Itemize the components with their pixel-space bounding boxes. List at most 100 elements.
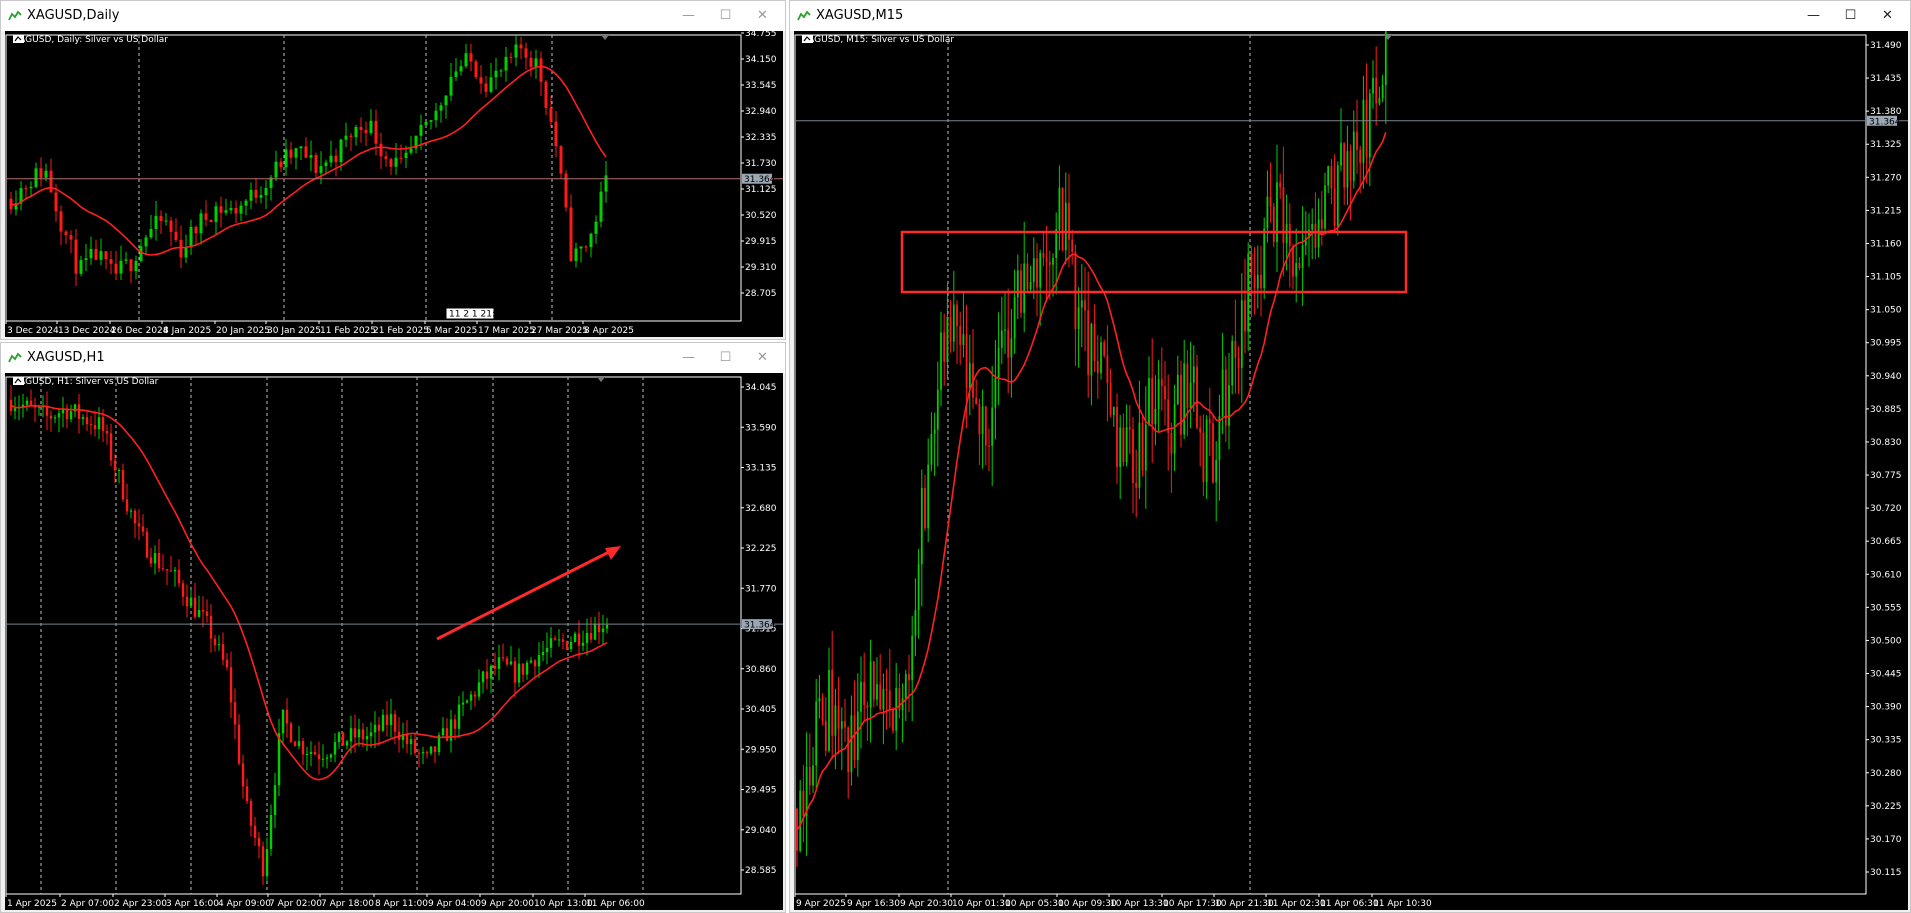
candle-body: [997, 347, 1000, 379]
candle-body: [1039, 253, 1042, 288]
h1-chart-canvas[interactable]: 34.045 33.590 33.135 32.680 32.225 31.770 31.3…: [5, 373, 783, 910]
candle-body: [1074, 251, 1077, 330]
candle-body: [319, 166, 323, 173]
candle-body: [121, 470, 125, 500]
chart-symbol-text: XAGUSD, H1: Silver vs US Dollar: [13, 377, 159, 387]
price-axis-label: 30.170: [1870, 835, 1902, 845]
candle-body: [469, 53, 473, 62]
candle-body: [821, 698, 824, 721]
candle-body: [225, 659, 229, 668]
current-price-text: 31.364: [744, 175, 776, 185]
candle-body: [1378, 98, 1381, 104]
candle-body: [1327, 166, 1330, 186]
chart-shift-marker: [601, 35, 609, 40]
candle-body: [434, 110, 438, 121]
maximize-button[interactable]: ☐: [707, 5, 744, 27]
candle-body: [59, 211, 63, 232]
time-axis-label: 27 Mar 2025: [531, 326, 588, 336]
close-button[interactable]: ✕: [744, 5, 781, 27]
candle-body: [860, 681, 862, 712]
candle-body: [393, 714, 397, 732]
candle-body: [344, 135, 348, 140]
candle-body: [1212, 423, 1214, 483]
time-axis-label: 11 Feb 2025: [320, 326, 376, 336]
candle-body: [1055, 229, 1058, 259]
m15-chart-canvas[interactable]: 31.490 31.435 31.380 31.325 31.270 31.215 31.1…: [794, 31, 1908, 910]
minimize-button[interactable]: —: [1795, 5, 1832, 27]
close-button[interactable]: ✕: [744, 347, 781, 369]
current-price-text: 31.364: [1869, 117, 1901, 127]
candle-body: [605, 625, 609, 629]
m15-title-bar[interactable]: XAGUSD,M15 — ☐ ✕: [790, 1, 1910, 31]
daily-chart-canvas[interactable]: 34.755 34.150 33.545 32.940 32.335 31.730 31.1…: [5, 31, 783, 337]
candle-body: [479, 77, 483, 84]
price-axis-label: 33.545: [745, 81, 777, 91]
price-axis-label: 30.445: [1870, 670, 1902, 680]
minimize-button[interactable]: —: [670, 5, 707, 27]
candle-body: [1285, 224, 1288, 243]
candle-body: [249, 189, 253, 201]
h1-chart-window[interactable]: XAGUSD,H1 — ☐ ✕ 34.045 33.590 33.135 32.680…: [0, 342, 786, 913]
daily-chart-area[interactable]: 34.755 34.150 33.545 32.940 32.335 31.730 31.1…: [5, 31, 783, 337]
candle-body: [914, 610, 917, 636]
chart-app-icon: [8, 352, 22, 363]
candle-body: [457, 704, 461, 729]
candle-body: [1349, 151, 1352, 181]
candle-body: [469, 694, 473, 701]
candle-body: [477, 682, 481, 697]
candle-body: [141, 526, 145, 532]
candle-body: [321, 758, 325, 760]
candle-body: [569, 207, 573, 261]
maximize-button[interactable]: ☐: [707, 347, 744, 369]
candle-body: [374, 120, 378, 144]
candle-body: [981, 406, 984, 435]
candle-body: [1180, 374, 1182, 435]
candle-body: [159, 215, 163, 222]
daily-title-bar[interactable]: XAGUSD,Daily — ☐ ✕: [1, 1, 785, 31]
m15-chart-area[interactable]: 31.490 31.435 31.380 31.325 31.270 31.215 31.1…: [794, 31, 1908, 910]
candle-body: [956, 304, 958, 327]
candle-body: [1173, 404, 1176, 454]
moving-average-line: [796, 131, 1387, 831]
candle-body: [1106, 355, 1109, 383]
time-axis-label: 3 Dec 2024: [7, 326, 59, 336]
candle-body: [424, 121, 428, 125]
candle-body: [139, 246, 143, 261]
candle-body: [574, 248, 578, 261]
current-price-text: 31.364: [744, 621, 776, 631]
candle-body: [257, 837, 261, 847]
candle-body: [459, 66, 463, 72]
time-axis-label: 10 Apr 21:30: [1215, 899, 1274, 909]
maximize-button[interactable]: ☐: [1832, 5, 1869, 27]
candle-body: [137, 523, 141, 527]
candle-body: [497, 657, 501, 669]
candle-body: [119, 260, 123, 274]
candle-body: [1343, 143, 1346, 188]
candle-body: [369, 120, 373, 133]
candle-body: [988, 445, 990, 447]
h1-title-bar[interactable]: XAGUSD,H1 — ☐ ✕: [1, 343, 785, 373]
candle-body: [114, 263, 118, 274]
candle-body: [237, 724, 241, 764]
minimize-button[interactable]: —: [670, 347, 707, 369]
daily-chart-window[interactable]: XAGUSD,Daily — ☐ ✕ 34.755 34.150 33.545 32.…: [0, 0, 786, 340]
candle-body: [1333, 188, 1336, 226]
candle-body: [553, 638, 557, 640]
candle-body: [1205, 419, 1208, 482]
candle-body: [557, 639, 561, 641]
time-axis-label: 11 Apr 10:30: [1373, 899, 1432, 909]
candle-body: [233, 702, 237, 725]
time-axis-label: 11 Apr 02:30: [1267, 899, 1326, 909]
close-button[interactable]: ✕: [1869, 5, 1906, 27]
candle-body: [847, 727, 850, 773]
time-axis-label: 30 Jan 2025: [267, 326, 321, 336]
h1-chart-area[interactable]: 34.045 33.590 33.135 32.680 32.225 31.770 31.3…: [5, 373, 783, 910]
time-axis-label: 26 Dec 2024: [111, 326, 169, 336]
time-axis-label: 1 Apr 2025: [7, 899, 57, 909]
m15-chart-window[interactable]: XAGUSD,M15 — ☐ ✕ 31.490 31.435 31.380 31.32…: [789, 0, 1911, 913]
time-axis-label: 13 Dec 2024: [58, 326, 116, 336]
candle-body: [293, 741, 297, 747]
chart-symbol-label: XAGUSD, H1: Silver vs US Dollar: [13, 377, 158, 387]
candle-body: [244, 200, 248, 206]
price-axis-label: 29.310: [745, 263, 777, 273]
